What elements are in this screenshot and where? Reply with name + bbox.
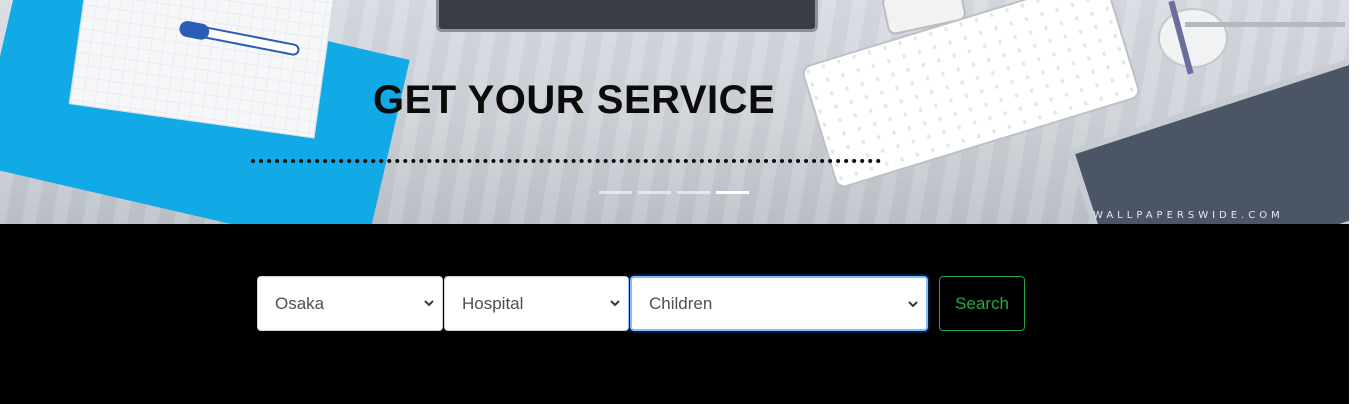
- carousel-indicator-1[interactable]: [599, 191, 632, 194]
- carousel-indicator-2[interactable]: [638, 191, 671, 194]
- specialty-select[interactable]: Children: [630, 276, 928, 331]
- chevron-down-icon: [424, 300, 434, 307]
- pen-cup-image: [1158, 8, 1228, 68]
- search-button[interactable]: Search: [939, 276, 1025, 331]
- chevron-down-icon: [610, 300, 620, 307]
- hero-carousel: WALLPAPERSWIDE.COM GET YOUR SERVICE: [0, 0, 1349, 224]
- facility-select[interactable]: Hospital: [444, 276, 629, 331]
- watermark: WALLPAPERSWIDE.COM: [1093, 210, 1284, 221]
- chevron-down-icon: [908, 301, 918, 308]
- specialty-select-value: Children: [649, 294, 713, 313]
- hero-title: GET YOUR SERVICE: [373, 78, 776, 122]
- search-section: Osaka Hospital Children Search: [0, 224, 1349, 404]
- city-select-value: Osaka: [275, 294, 325, 313]
- thermometer-image: [180, 21, 301, 57]
- carousel-indicator-3[interactable]: [677, 191, 710, 194]
- page-scrollbar[interactable]: [1349, 0, 1366, 404]
- carousel-indicator-4[interactable]: [716, 191, 749, 194]
- facility-select-value: Hospital: [462, 294, 524, 313]
- pencil-image: [1185, 22, 1345, 27]
- hero-divider: [251, 159, 881, 163]
- carousel-indicators: [599, 191, 749, 194]
- laptop-image: [436, 0, 818, 32]
- city-select[interactable]: Osaka: [257, 276, 443, 331]
